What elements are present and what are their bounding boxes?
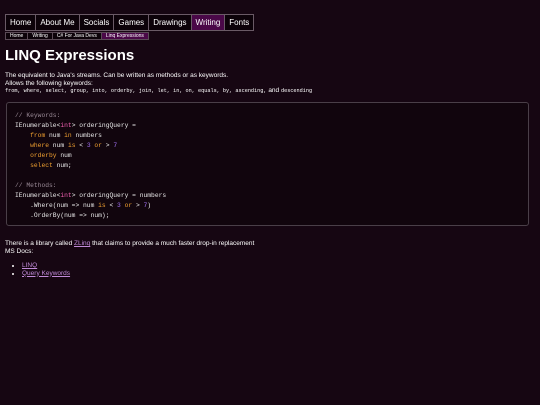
nav-fonts[interactable]: Fonts <box>224 14 255 31</box>
linq-docs-link[interactable]: LINQ <box>22 262 37 269</box>
query-keywords-link[interactable]: Query Keywords <box>22 270 70 277</box>
nav-drawings[interactable]: Drawings <box>148 14 192 31</box>
breadcrumb: Home Writing C# For Java Devs Linq Expre… <box>5 32 149 40</box>
nav-home[interactable]: Home <box>5 14 37 31</box>
nav-about-me[interactable]: About Me <box>35 14 80 31</box>
after-text: There is a library called ZLinq that cla… <box>5 240 254 255</box>
keyword-list-code: from, where, select, group, into, orderb… <box>5 88 267 94</box>
top-nav: Home About Me Socials Games Drawings Wri… <box>5 14 255 31</box>
breadcrumb-csharp-for-java-devs[interactable]: C# For Java Devs <box>51 32 102 40</box>
zlinq-prefix: There is a library called <box>5 240 73 247</box>
zlinq-link[interactable]: ZLinq <box>74 240 90 247</box>
nav-socials[interactable]: Socials <box>78 14 115 31</box>
code-block: // Keywords: IEnumerable<int> orderingQu… <box>6 102 529 226</box>
breadcrumb-linq-expressions[interactable]: Linq Expressions <box>100 32 149 40</box>
keyword-list-last: descending <box>280 88 313 94</box>
nav-games[interactable]: Games <box>113 14 150 31</box>
list-item: Query Keywords <box>22 270 70 278</box>
intro-line-2: Allows the following keywords: <box>5 79 93 87</box>
nav-writing[interactable]: Writing <box>190 14 226 31</box>
list-item: LINQ <box>22 262 70 270</box>
zlinq-paragraph: There is a library called ZLinq that cla… <box>5 240 254 248</box>
keyword-list: from, where, select, group, into, orderb… <box>5 87 525 96</box>
intro-text: The equivalent to Java's streams. Can be… <box>5 72 525 96</box>
zlinq-suffix: that claims to provide a much faster dro… <box>92 240 255 247</box>
code-comment-keywords: // Keywords: <box>15 112 61 119</box>
code-comment-methods: // Methods: <box>15 182 57 189</box>
page-title: LINQ Expressions <box>5 47 135 64</box>
reference-list: LINQ Query Keywords <box>22 262 70 277</box>
ms-docs-label: MS Docs: <box>5 247 34 255</box>
breadcrumb-writing[interactable]: Writing <box>27 32 53 40</box>
keyword-list-and: and <box>268 87 280 94</box>
breadcrumb-home[interactable]: Home <box>5 32 29 40</box>
intro-line-1: The equivalent to Java's streams. Can be… <box>5 72 229 79</box>
